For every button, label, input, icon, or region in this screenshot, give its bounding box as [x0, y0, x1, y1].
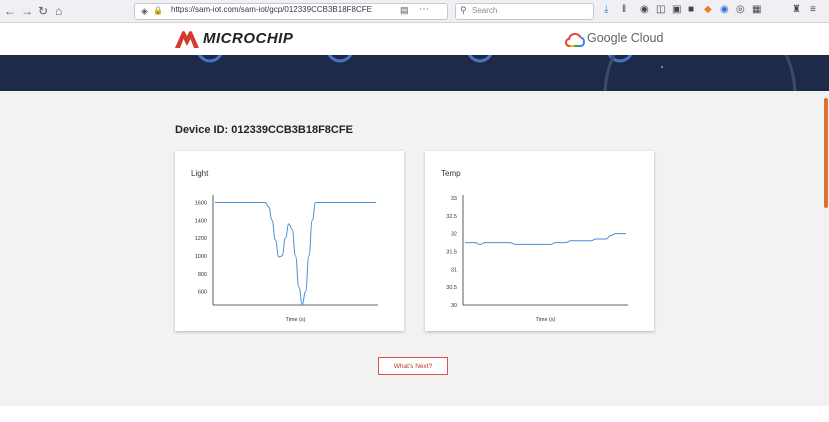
gift-icon[interactable]: ♜ — [792, 4, 801, 16]
sidebar-icon[interactable]: ◫ — [656, 4, 665, 16]
google-cloud-logo-icon[interactable] — [564, 32, 586, 52]
hero-banner — [0, 55, 829, 91]
home-icon[interactable]: ⌂ — [55, 3, 62, 19]
temp-chart-y-tick-label: 31 — [451, 267, 457, 273]
sync-icon[interactable]: ◉ — [640, 4, 649, 16]
extension-circle-icon[interactable]: ◎ — [736, 4, 745, 16]
reader-view-icon[interactable]: ▤ — [400, 5, 409, 16]
forward-arrow-icon[interactable]: → — [21, 3, 33, 19]
light-chart-card: Light 600 800 1000 1200 1400 1600 Time (s) — [175, 151, 404, 331]
device-id-heading: Device ID: 012339CCB3B18F8CFE — [175, 124, 353, 136]
extension-blue-icon[interactable]: ◉ — [720, 4, 729, 16]
microchip-logo-icon[interactable] — [174, 29, 200, 54]
lock-icon[interactable]: 🔒 — [153, 6, 163, 15]
footer — [0, 406, 829, 422]
light-chart-y-tick-label: 1000 — [195, 254, 207, 260]
light-chart-series-line — [214, 201, 376, 305]
microchip-wordmark: MICROCHIP — [203, 30, 294, 47]
metamask-icon[interactable]: ◆ — [704, 4, 712, 16]
temp-chart-y-tick-label: 33 — [451, 196, 457, 202]
whats-next-button[interactable]: What's Next? — [378, 357, 448, 375]
light-chart-y-tick-label: 1200 — [195, 236, 207, 242]
light-chart: 600 800 1000 1200 1400 1600 Time (s) — [195, 195, 378, 323]
library-icon[interactable]: ‖ — [622, 4, 626, 16]
temp-chart-y-tick-label: 32.5 — [446, 214, 457, 220]
light-chart-x-axis-label: Time (s) — [286, 317, 306, 323]
download-icon[interactable]: ⤓ — [604, 4, 608, 16]
google-cloud-wordmark: Google Cloud — [587, 31, 664, 45]
page-scrollbar[interactable] — [824, 98, 828, 208]
temp-chart-y-tick-label: 31.5 — [446, 250, 457, 256]
browser-toolbar: ← → ↻ ⌂ ◈ 🔒 https://sam-iot.com/sam-iot/… — [0, 0, 829, 23]
extension-square-icon[interactable]: ■ — [688, 4, 694, 16]
light-chart-y-tick-label: 800 — [198, 272, 207, 278]
extension-grid-icon[interactable]: ▦ — [752, 4, 761, 16]
temp-chart-card: Temp 30 30.5 31 31.5 32 32.5 33 Time (s) — [425, 151, 654, 331]
page-actions-icon[interactable]: ⋯ — [419, 4, 429, 15]
light-chart-y-tick-label: 600 — [198, 290, 207, 296]
temp-chart-x-axis-label: Time (s) — [536, 317, 556, 323]
back-arrow-icon[interactable]: ← — [4, 3, 16, 19]
light-chart-y-tick-label: 1400 — [195, 218, 207, 224]
temp-chart-y-tick-label: 32 — [451, 232, 457, 238]
extension-box-icon[interactable]: ▣ — [672, 4, 681, 16]
temp-chart-series-line — [465, 233, 626, 245]
search-input[interactable]: ⚲ Search — [455, 3, 594, 20]
url-bar[interactable]: ◈ 🔒 https://sam-iot.com/sam-iot/gcp/0123… — [134, 3, 448, 20]
temp-chart: 30 30.5 31 31.5 32 32.5 33 Time (s) — [446, 195, 628, 323]
url-text[interactable]: https://sam-iot.com/sam-iot/gcp/012339CC… — [171, 5, 372, 14]
search-placeholder: Search — [472, 6, 498, 15]
temp-chart-y-tick-label: 30 — [451, 303, 457, 309]
light-chart-y-tick-label: 1600 — [195, 200, 207, 206]
site-header: MICROCHIP Google Cloud — [0, 23, 829, 55]
temp-chart-y-tick-label: 30.5 — [446, 285, 457, 291]
search-icon: ⚲ — [460, 5, 467, 15]
reload-icon[interactable]: ↻ — [38, 3, 48, 19]
tracking-shield-icon[interactable]: ◈ — [141, 6, 148, 17]
menu-icon[interactable]: ≡ — [810, 4, 816, 16]
